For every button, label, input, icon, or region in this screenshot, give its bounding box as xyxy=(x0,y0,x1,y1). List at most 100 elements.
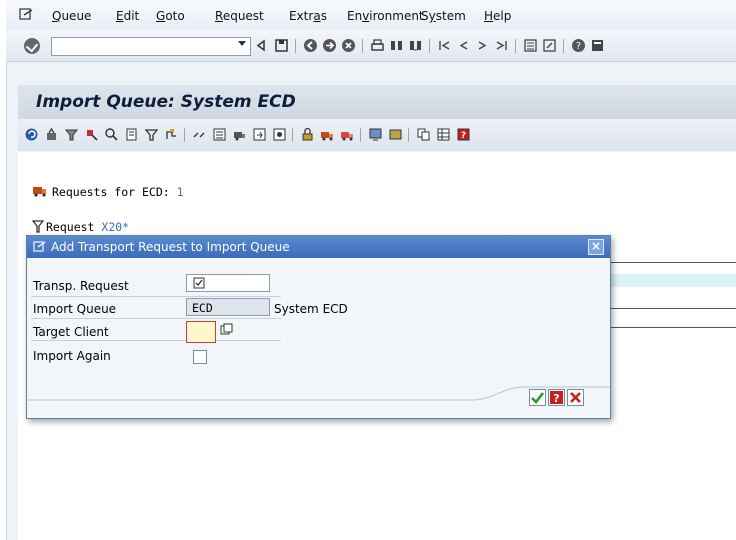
menu-text: dit xyxy=(123,9,140,23)
truck-icon xyxy=(33,187,46,197)
edit-icon xyxy=(33,241,46,252)
menu-text: equest xyxy=(222,9,264,23)
list-divider xyxy=(609,262,736,263)
find-icon[interactable] xyxy=(389,38,404,53)
back-arrow-icon[interactable] xyxy=(254,38,269,53)
help-button[interactable]: ? xyxy=(548,389,565,406)
import-icon[interactable] xyxy=(252,127,267,142)
close-button[interactable]: × xyxy=(588,239,604,255)
back-icon[interactable] xyxy=(303,38,318,53)
ok-button[interactable] xyxy=(529,389,546,406)
grid-icon[interactable] xyxy=(436,127,451,142)
create-session-icon[interactable] xyxy=(523,38,538,53)
target-client-input[interactable] xyxy=(186,321,216,343)
previous-page-icon[interactable] xyxy=(456,38,471,53)
truck-icon[interactable] xyxy=(320,127,335,142)
menu-icon[interactable] xyxy=(19,8,33,20)
import-queue-field: ECD xyxy=(186,298,270,316)
document-icon[interactable] xyxy=(124,127,139,142)
menu-mnemonic: R xyxy=(215,9,223,23)
menu-mnemonic: H xyxy=(484,9,494,23)
cancel-button[interactable] xyxy=(567,389,584,406)
menu-mnemonic: E xyxy=(116,9,124,23)
menu-item-edit[interactable]: Edit xyxy=(116,9,139,23)
zoom-icon[interactable] xyxy=(104,127,119,142)
footer-divider xyxy=(27,386,610,401)
standard-toolbar: ? xyxy=(6,30,736,62)
row-divider xyxy=(31,340,281,341)
dialog-footer xyxy=(27,386,610,418)
add-transport-dialog: Add Transport Request to Import Queue × … xyxy=(26,235,611,419)
menu-item-request[interactable]: Request xyxy=(215,9,264,23)
target-client-label: Target Client xyxy=(33,325,109,339)
transp-request-label: Transp. Request xyxy=(33,279,129,293)
dialog-title: Add Transport Request to Import Queue xyxy=(51,240,290,254)
find-next-icon[interactable] xyxy=(408,38,423,53)
separator xyxy=(292,128,293,142)
separator xyxy=(408,128,409,142)
filter-label: Request xyxy=(46,220,102,234)
save-icon[interactable] xyxy=(274,38,289,53)
menu-item-help[interactable]: Help xyxy=(484,9,511,23)
dialog-header: Add Transport Request to Import Queue × xyxy=(27,236,610,258)
menu-text: s xyxy=(320,9,327,23)
select-icon[interactable] xyxy=(84,127,99,142)
link-icon[interactable] xyxy=(192,127,207,142)
lock-icon[interactable] xyxy=(300,127,315,142)
print-icon[interactable] xyxy=(370,38,385,53)
filter-icon[interactable] xyxy=(64,127,79,142)
help-icon: ? xyxy=(550,391,563,405)
separator xyxy=(184,128,185,142)
copy-icon[interactable] xyxy=(416,127,431,142)
menu-text: oto xyxy=(165,9,185,23)
shortcut-icon[interactable] xyxy=(542,38,557,53)
list-icon[interactable] xyxy=(212,127,227,142)
refresh-icon[interactable] xyxy=(24,127,39,142)
required-check-icon xyxy=(193,277,205,289)
row-divider xyxy=(31,318,281,319)
import-queue-description: System ECD xyxy=(274,302,348,316)
alert-icon[interactable]: ? xyxy=(456,127,471,142)
menu-item-environment[interactable]: Environment xyxy=(347,9,424,23)
check-icon xyxy=(531,392,545,404)
funnel-icon[interactable] xyxy=(144,127,159,142)
tools-icon[interactable] xyxy=(388,127,403,142)
menu-item-system[interactable]: System xyxy=(421,9,466,23)
transport-icon[interactable] xyxy=(340,127,355,142)
svg-text:?: ? xyxy=(553,392,559,405)
menu-item-goto[interactable]: Goto xyxy=(156,9,185,23)
funnel-icon xyxy=(32,220,44,233)
svg-text:?: ? xyxy=(461,131,466,141)
monitor-icon[interactable] xyxy=(368,127,383,142)
command-field[interactable] xyxy=(51,37,251,56)
title-bar: Import Queue: System ECD xyxy=(18,85,736,119)
transp-request-input[interactable] xyxy=(186,274,270,292)
print-list-icon[interactable] xyxy=(44,127,59,142)
tree-icon[interactable] xyxy=(164,127,179,142)
value-help-icon[interactable] xyxy=(220,323,233,336)
cancel-icon[interactable] xyxy=(341,38,356,53)
first-page-icon[interactable] xyxy=(437,38,452,53)
exit-icon[interactable] xyxy=(322,38,337,53)
close-icon xyxy=(570,392,581,403)
import-again-label: Import Again xyxy=(33,349,111,363)
row-divider xyxy=(31,296,281,297)
layout-menu-icon[interactable] xyxy=(590,38,605,53)
filter-value: X20* xyxy=(101,220,130,234)
separator xyxy=(295,39,296,53)
help-icon[interactable]: ? xyxy=(571,38,586,53)
separator xyxy=(563,39,564,53)
settings-icon[interactable] xyxy=(272,127,287,142)
import-again-checkbox[interactable] xyxy=(193,350,207,364)
truck-add-icon[interactable] xyxy=(232,127,247,142)
menu-item-queue[interactable]: Queue xyxy=(52,9,91,23)
chevron-down-icon[interactable] xyxy=(238,41,246,46)
menu-text: elp xyxy=(493,9,512,23)
last-page-icon[interactable] xyxy=(494,38,509,53)
separator xyxy=(360,128,361,142)
enter-icon[interactable] xyxy=(24,38,40,54)
next-page-icon[interactable] xyxy=(475,38,490,53)
list-row-highlight xyxy=(609,274,736,287)
separator xyxy=(429,39,430,53)
menu-item-extras[interactable]: Extras xyxy=(289,9,327,23)
